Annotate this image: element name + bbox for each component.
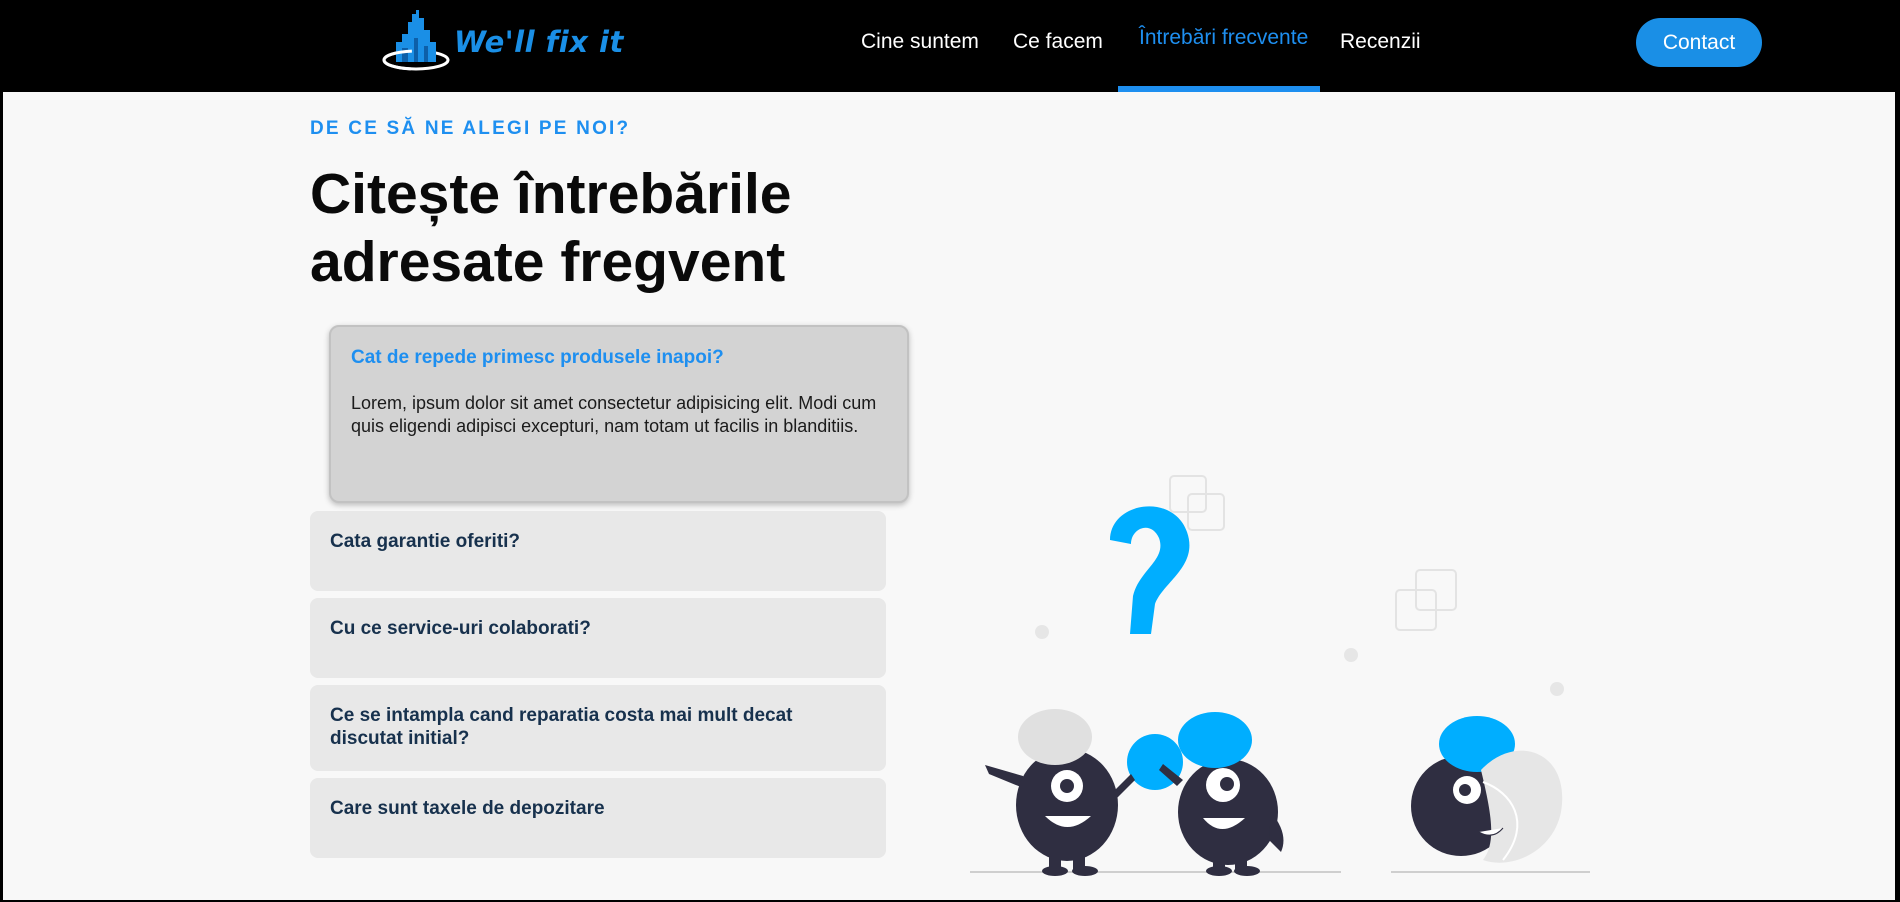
faq-question: Cata garantie oferiti? [330, 531, 521, 552]
faq-section: DE CE SĂ NE ALEGI PE NOI? Citește întreb… [3, 92, 1895, 900]
page-title-line-2: adresate fregvent [310, 230, 786, 294]
nav-recenzii[interactable]: Recenzii [1340, 30, 1421, 54]
faq-answer: Lorem, ipsum dolor sit amet consectetur … [351, 393, 877, 436]
faq-item-open[interactable]: Cat de repede primesc produsele inapoi? … [329, 325, 909, 503]
city-skyline-logo-icon [382, 10, 450, 71]
question-mark-characters-illustration [970, 475, 1590, 876]
page-title-line-1: Citește întrebările [310, 162, 792, 226]
faq-item[interactable]: Cata garantie oferiti? [310, 511, 886, 591]
site-logo[interactable]: We'll fix it [378, 8, 624, 76]
faq-question: Care sunt taxele de depozitare [330, 798, 605, 819]
section-eyebrow: DE CE SĂ NE ALEGI PE NOI? [310, 118, 631, 139]
faq-question: Cat de repede primesc produsele inapoi? [351, 347, 724, 368]
question-mark-shape [1110, 506, 1190, 634]
nav-ce-facem[interactable]: Ce facem [1013, 30, 1103, 54]
faq-item[interactable]: Cu ce service-uri colaborati? [310, 598, 886, 678]
top-navbar: We'll fix it Cine suntem Ce facem Întreb… [0, 0, 1900, 92]
faq-question: Cu ce service-uri colaborati? [330, 618, 591, 639]
faq-item[interactable]: Ce se intampla cand reparatia costa mai … [310, 685, 886, 771]
nav-intrebari-frecvente[interactable]: Întrebări frecvente [1139, 26, 1308, 50]
faq-item[interactable]: Care sunt taxele de depozitare [310, 778, 886, 858]
faq-question: Ce se intampla cand reparatia costa mai … [330, 705, 793, 749]
nav-cine-suntem[interactable]: Cine suntem [861, 30, 979, 54]
logo-text: We'll fix it [454, 25, 624, 59]
contact-button[interactable]: Contact [1636, 18, 1762, 67]
page-title: Citește întrebările adresate fregvent [310, 160, 1010, 296]
